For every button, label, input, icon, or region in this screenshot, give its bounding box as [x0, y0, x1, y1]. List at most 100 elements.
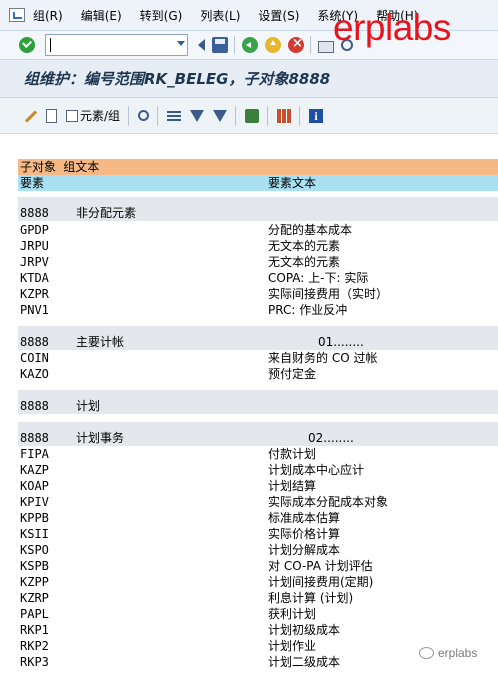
list-item[interactable]: FIPA 付款计划 — [18, 446, 498, 462]
group-name: 非分配元素 — [76, 206, 137, 220]
list-item[interactable]: KSII 实际价格计算 — [18, 526, 498, 542]
element-text: 来自财务的 CO 过帐 — [268, 351, 378, 365]
element-text: 计划分解成本 — [268, 543, 341, 557]
check-icon[interactable] — [19, 37, 35, 53]
element-text: 实际成本分配成本对象 — [268, 495, 389, 509]
group-spacer — [18, 326, 498, 334]
command-input[interactable] — [50, 36, 170, 54]
export-icon[interactable] — [245, 108, 260, 123]
element-text: 分配的基本成本 — [268, 223, 353, 237]
title-bar: 组维护：编号范围RK_BELEG，子对象8888 — [0, 60, 498, 98]
pencil-icon[interactable] — [23, 109, 37, 123]
list-item[interactable]: KOAP 计划结算 — [18, 478, 498, 494]
element-key: RKP1 — [20, 623, 49, 637]
element-key: KOAP — [20, 479, 49, 493]
toolbar-divider — [299, 105, 301, 126]
grid-icon[interactable] — [277, 108, 292, 123]
info-icon[interactable]: i — [309, 108, 324, 123]
list-item[interactable]: KZRP 利息计算 (计划) — [18, 590, 498, 606]
list-item[interactable]: GPDP 分配的基本成本 — [18, 222, 498, 238]
list-item[interactable]: KPPB 标准成本估算 — [18, 510, 498, 526]
element-key: PNV1 — [20, 303, 49, 317]
group-row[interactable]: 8888 主要计帐 01........ — [18, 334, 498, 350]
save-icon[interactable] — [212, 37, 228, 53]
element-key: KZPP — [20, 575, 49, 589]
list-item[interactable]: KZPP 计划间接费用(定期) — [18, 574, 498, 590]
list-item[interactable]: COIN 来自财务的 CO 过帐 — [18, 350, 498, 366]
list-item[interactable]: PAPL 获利计划 — [18, 606, 498, 622]
element-text: 计划结算 — [268, 479, 317, 493]
window-menu-icon[interactable] — [9, 8, 25, 22]
element-key: FIPA — [20, 447, 49, 461]
document-icon[interactable] — [46, 108, 57, 123]
list-header-group: 子对象 组文本 — [18, 159, 498, 175]
element-text: 无文本的元素 — [268, 255, 341, 269]
element-text: 预付定金 — [268, 367, 317, 381]
element-key: JRPU — [20, 239, 49, 253]
group-spacer — [18, 390, 498, 398]
list-item[interactable]: JRPU 无文本的元素 — [18, 238, 498, 254]
group-row[interactable]: 8888 非分配元素 — [18, 205, 498, 221]
element-key: RKP2 — [20, 639, 49, 653]
element-key: KPIV — [20, 495, 49, 509]
menu-settings[interactable]: 设置(S) — [258, 7, 299, 24]
menu-goto[interactable]: 转到(G) — [140, 7, 183, 24]
red-cancel-icon[interactable] — [288, 36, 304, 53]
list-item[interactable]: KTDA COPA: 上-下: 实际 — [18, 270, 498, 286]
list-item[interactable]: KPIV 实际成本分配成本对象 — [18, 494, 498, 510]
list-item[interactable]: KAZP 计划成本中心应计 — [18, 462, 498, 478]
watermark: erplabs — [419, 646, 477, 660]
elements-icon — [66, 109, 78, 122]
application-toolbar: 元素/组 i — [0, 98, 498, 134]
list-item[interactable]: RKP1 计划初级成本 — [18, 622, 498, 638]
element-text: COPA: 上-下: 实际 — [268, 271, 369, 285]
menu-edit[interactable]: 编辑(E) — [81, 7, 122, 24]
chevron-down-icon[interactable] — [177, 41, 185, 46]
list-header-columns: 要素 要素文本 — [18, 175, 498, 191]
group-range: 02........ — [308, 431, 354, 445]
element-text: 计划成本中心应计 — [268, 463, 365, 477]
menu-group[interactable]: 组(R) — [33, 7, 63, 24]
element-text: 付款计划 — [268, 447, 317, 461]
group-row[interactable]: 8888 计划 — [18, 398, 498, 414]
toolbar-divider — [310, 36, 311, 54]
element-key: PAPL — [20, 607, 49, 621]
element-key: KPPB — [20, 511, 49, 525]
watermark-text: erplabs — [438, 646, 478, 660]
element-key: KAZO — [20, 367, 49, 381]
group-name: 计划 — [76, 399, 101, 413]
menu-list[interactable]: 列表(L) — [200, 7, 240, 24]
elements-groups-button[interactable]: 元素/组 — [66, 107, 120, 124]
header-subobject-label: 子对象 组文本 — [20, 160, 100, 174]
command-field[interactable] — [45, 34, 188, 56]
zoom-icon[interactable] — [138, 110, 150, 121]
group-name: 主要计帐 — [76, 335, 125, 349]
erplabs-logo: erplabs — [333, 7, 451, 48]
element-key: COIN — [20, 351, 49, 365]
green-back-icon[interactable] — [242, 37, 258, 53]
list-item[interactable]: KSPO 计划分解成本 — [18, 542, 498, 558]
list-item[interactable]: PNV1 PRC: 作业反冲 — [18, 302, 498, 318]
back-icon[interactable] — [198, 39, 205, 51]
element-text: 计划二级成本 — [268, 655, 341, 669]
funnel-icon[interactable] — [213, 109, 228, 123]
filter-icon[interactable] — [190, 109, 205, 123]
toolbar-divider — [267, 105, 269, 126]
list-item[interactable]: JRPV 无文本的元素 — [18, 254, 498, 270]
yellow-up-icon[interactable] — [265, 37, 281, 53]
element-text: 标准成本估算 — [268, 511, 341, 525]
element-key: KZRP — [20, 591, 49, 605]
sort-icon[interactable] — [167, 109, 182, 123]
group-range: 01........ — [318, 335, 364, 349]
print-icon[interactable] — [318, 40, 334, 53]
element-text: 计划初级成本 — [268, 623, 341, 637]
toolbar-divider — [235, 105, 237, 126]
element-text: 利息计算 (计划) — [268, 591, 354, 605]
element-key: RKP3 — [20, 655, 49, 669]
element-key: KAZP — [20, 463, 49, 477]
group-row[interactable]: 8888 计划事务 02........ — [18, 430, 498, 446]
list-item[interactable]: KZPR 实际间接费用（实时） — [18, 286, 498, 302]
element-text: 无文本的元素 — [268, 239, 341, 253]
list-item[interactable]: KAZO 预付定金 — [18, 366, 498, 382]
list-item[interactable]: KSPB 对 CO-PA 计划评估 — [18, 558, 498, 574]
